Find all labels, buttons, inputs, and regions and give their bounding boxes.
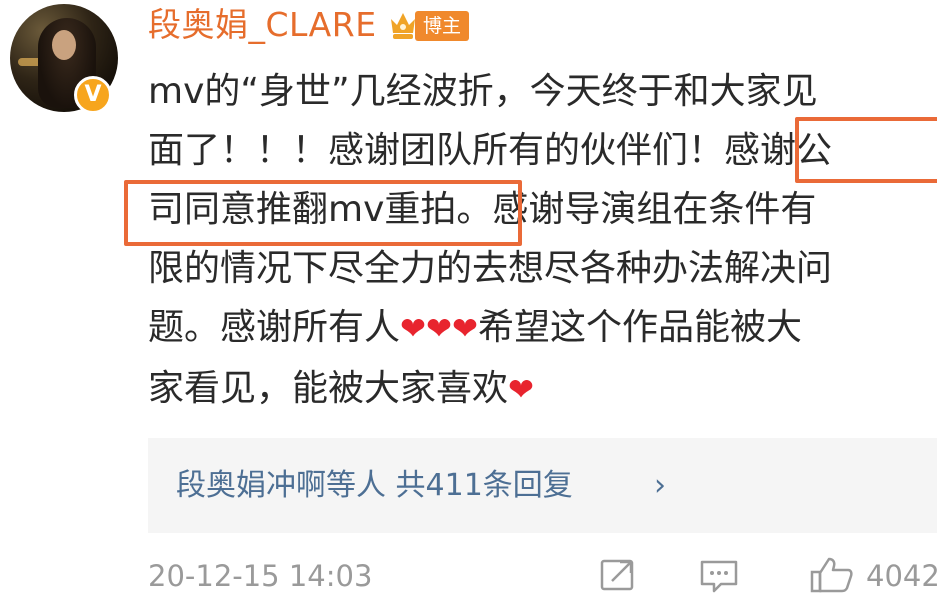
comment-icon[interactable] bbox=[697, 555, 741, 595]
thumbs-up-icon[interactable] bbox=[808, 555, 856, 595]
post-line-5-start: 题。感谢所有人 bbox=[148, 307, 401, 348]
crown-icon bbox=[391, 13, 415, 39]
post-timestamp: 20-12-15 14:03 bbox=[148, 559, 373, 593]
replies-summary: 段奥娟冲啊等人 共411条回复 bbox=[176, 468, 573, 503]
highlight-box-2 bbox=[124, 180, 522, 246]
username-link[interactable]: 段奥娟_CLARE bbox=[148, 2, 377, 48]
post-line-1: mv的“身世”几经波折，今天终于和大家见 bbox=[148, 71, 818, 112]
replies-link[interactable]: 段奥娟冲啊等人 共411条回复 › bbox=[148, 438, 937, 533]
like-count: 4042 bbox=[866, 559, 937, 593]
blogger-badge: 博主 bbox=[415, 11, 470, 41]
heart-emoji: ❤ bbox=[508, 372, 534, 408]
post-line-4: 限的情况下尽全力的去想尽各种办法解决问 bbox=[148, 248, 833, 289]
share-icon[interactable] bbox=[596, 555, 640, 595]
post-line-6-text: 家看见，能被大家喜欢 bbox=[148, 368, 509, 409]
highlight-box-1 bbox=[795, 117, 937, 183]
post-line-6: 家看见，能被大家喜欢❤ bbox=[148, 359, 937, 420]
chevron-right-icon: › bbox=[654, 468, 666, 503]
verified-v-icon: V bbox=[74, 76, 112, 114]
avatar-face bbox=[52, 30, 76, 60]
post-line-5: 题。感谢所有人❤❤❤希望这个作品能被大 bbox=[148, 298, 937, 359]
heart-emoji-group: ❤❤❤ bbox=[400, 311, 478, 347]
post-line-5-end: 希望这个作品能被大 bbox=[477, 307, 802, 348]
